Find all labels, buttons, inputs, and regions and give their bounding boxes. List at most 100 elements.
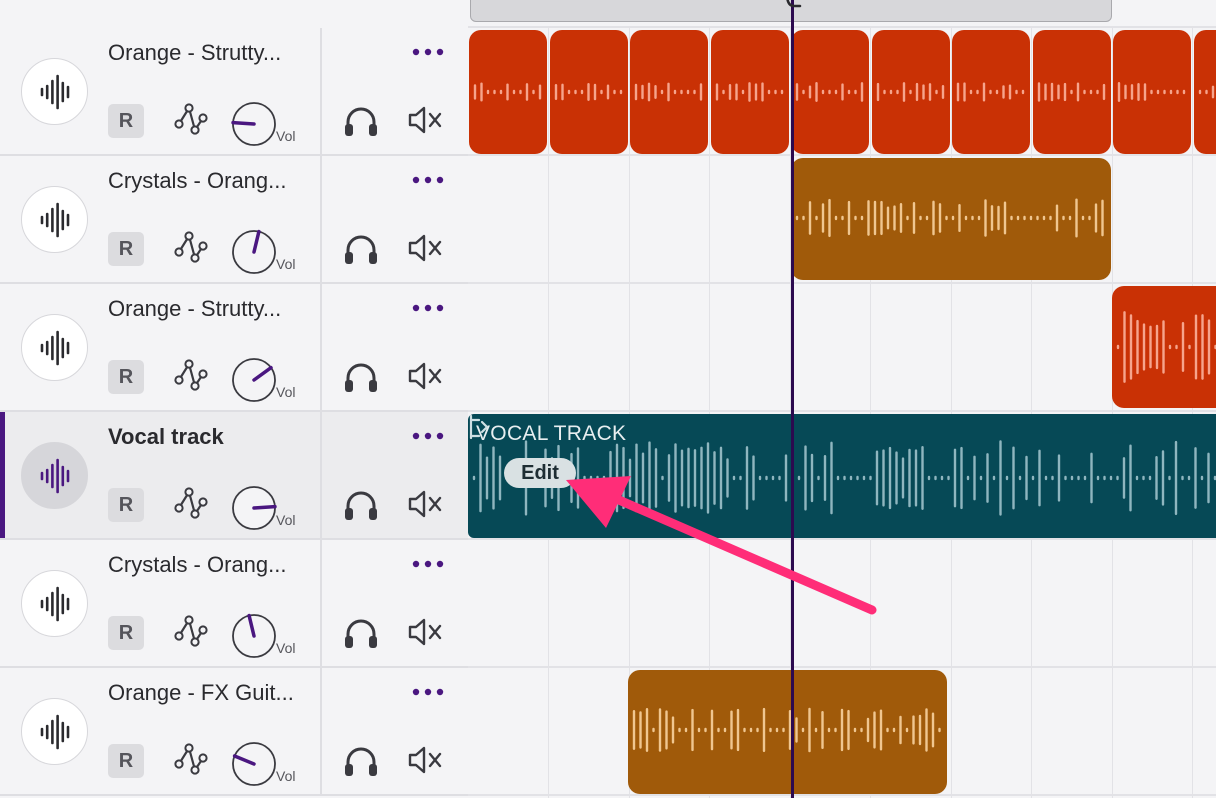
track-name[interactable]: Orange - Strutty... (108, 40, 313, 66)
automation-icon[interactable] (173, 484, 209, 524)
track-type-button[interactable] (21, 186, 88, 253)
waveform (795, 198, 1104, 238)
volume-knob[interactable] (230, 612, 278, 660)
headphones-icon[interactable] (342, 228, 380, 268)
audio-clip[interactable] (1032, 30, 1111, 154)
track-header-6[interactable]: Orange - FX Guit... R Vol (0, 668, 468, 796)
mute-speaker-icon[interactable] (406, 358, 446, 394)
track-name[interactable]: Crystals - Orang... (108, 552, 313, 578)
volume-knob[interactable] (230, 100, 278, 148)
automation-icon[interactable] (173, 356, 209, 396)
track-header-1[interactable]: Orange - Strutty... R Vol (0, 28, 468, 156)
clip-title: VOCAL TRACK (476, 422, 627, 445)
waveform (634, 82, 703, 102)
record-arm-button[interactable]: R (108, 360, 144, 394)
track-type-button[interactable] (21, 698, 88, 765)
track-name[interactable]: Orange - FX Guit... (108, 680, 313, 706)
audio-clip[interactable] (952, 30, 1030, 154)
waveform-icon (40, 458, 69, 493)
track-header-4[interactable]: Vocal track R Vol (0, 412, 468, 540)
daw-window: Orange - Strutty... R Vol Crystals - Ora… (0, 0, 1216, 798)
track-name[interactable]: Orange - Strutty... (108, 296, 313, 322)
more-dots-icon[interactable] (410, 554, 448, 574)
audio-clip[interactable] (710, 30, 789, 154)
lane-divider (468, 26, 1216, 28)
volume-knob[interactable] (230, 228, 278, 276)
lane-divider (468, 538, 1216, 540)
record-arm-button[interactable]: R (108, 104, 144, 138)
volume-knob[interactable] (230, 484, 278, 532)
timeline[interactable]: VOCAL TRACK Edit (468, 0, 1216, 798)
mute-speaker-icon[interactable] (406, 230, 446, 266)
mute-speaker-icon[interactable] (406, 486, 446, 522)
track-type-button[interactable] (21, 58, 88, 125)
volume-label: Vol (276, 128, 296, 144)
headphones-icon[interactable] (342, 484, 380, 524)
vocal-clip[interactable]: VOCAL TRACK Edit (468, 414, 1216, 538)
lane-divider (468, 666, 1216, 668)
waveform (1037, 82, 1105, 102)
lane-divider (468, 282, 1216, 284)
audio-clip[interactable] (871, 30, 950, 154)
track-name[interactable]: Vocal track (108, 424, 313, 450)
more-dots-icon[interactable] (410, 42, 448, 62)
waveform (1117, 82, 1186, 102)
audio-clip[interactable] (1193, 30, 1216, 154)
lane-divider (468, 410, 1216, 412)
record-arm-button[interactable]: R (108, 744, 144, 778)
volume-label: Vol (276, 768, 296, 784)
automation-icon[interactable] (173, 228, 209, 268)
headphones-icon[interactable] (342, 100, 380, 140)
lane-divider (468, 794, 1216, 796)
automation-icon[interactable] (173, 100, 209, 140)
header-divider (320, 28, 322, 154)
record-arm-button[interactable]: R (108, 616, 144, 650)
waveform-icon (40, 586, 69, 621)
track-type-button[interactable] (21, 314, 88, 381)
more-dots-icon[interactable] (410, 682, 448, 702)
track-type-button[interactable] (21, 570, 88, 637)
header-divider (320, 540, 322, 666)
volume-knob[interactable] (230, 740, 278, 788)
header-divider (320, 412, 322, 538)
audio-clip[interactable] (549, 30, 628, 154)
waveform (473, 82, 542, 102)
track-header-2[interactable]: Crystals - Orang... R Vol (0, 156, 468, 284)
trim-handle-icon[interactable] (468, 414, 490, 440)
playhead[interactable] (791, 0, 794, 798)
track-header-5[interactable]: Crystals - Orang... R Vol (0, 540, 468, 668)
waveform (1198, 85, 1214, 99)
volume-knob[interactable] (230, 356, 278, 404)
audio-clip[interactable] (791, 158, 1111, 280)
volume-label: Vol (276, 512, 296, 528)
headphones-icon[interactable] (342, 356, 380, 396)
mute-speaker-icon[interactable] (406, 614, 446, 650)
audio-clip[interactable] (628, 670, 947, 794)
playhead-handle-icon[interactable] (782, 0, 804, 12)
record-arm-button[interactable]: R (108, 488, 144, 522)
track-type-button[interactable] (21, 442, 88, 509)
automation-icon[interactable] (173, 612, 209, 652)
automation-icon[interactable] (173, 740, 209, 780)
edit-button[interactable]: Edit (504, 458, 576, 488)
more-dots-icon[interactable] (410, 298, 448, 318)
header-divider (320, 284, 322, 410)
track-name[interactable]: Crystals - Orang... (108, 168, 313, 194)
record-arm-button[interactable]: R (108, 232, 144, 266)
audio-clip[interactable] (1112, 286, 1216, 408)
waveform (554, 83, 622, 101)
track-header-3[interactable]: Orange - Strutty... R Vol (0, 284, 468, 412)
waveform (715, 82, 783, 102)
audio-clip[interactable] (469, 30, 547, 154)
audio-clip[interactable] (791, 30, 869, 154)
more-dots-icon[interactable] (410, 426, 448, 446)
headphones-icon[interactable] (342, 612, 380, 652)
more-dots-icon[interactable] (410, 170, 448, 190)
lane-divider (468, 154, 1216, 156)
audio-clip[interactable] (1113, 30, 1191, 154)
mute-speaker-icon[interactable] (406, 742, 446, 778)
headphones-icon[interactable] (342, 740, 380, 780)
mute-speaker-icon[interactable] (406, 102, 446, 138)
waveform (956, 82, 1025, 102)
audio-clip[interactable] (630, 30, 708, 154)
